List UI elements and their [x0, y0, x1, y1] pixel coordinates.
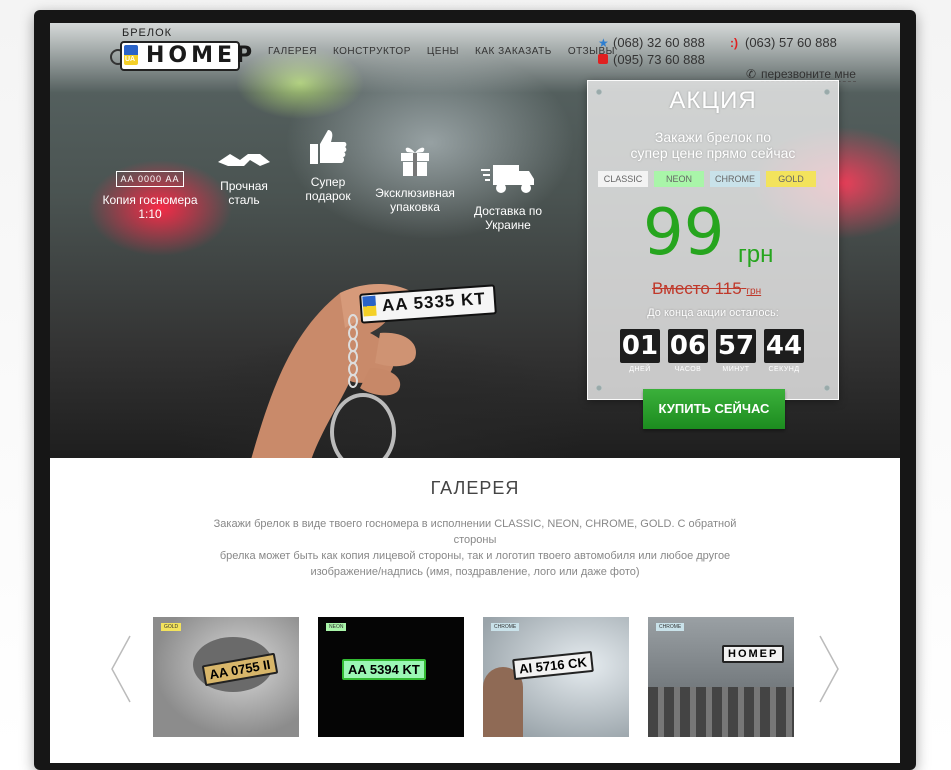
- variant-neon[interactable]: NEON: [654, 171, 704, 187]
- nav-item-how-to-order[interactable]: КАК ЗАКАЗАТЬ: [475, 46, 552, 57]
- keychain-plate-text: AA 5335 KT: [381, 288, 487, 316]
- phone-vodafone[interactable]: (095) 73 60 888: [598, 52, 705, 67]
- promo-title: АКЦИЯ: [669, 87, 757, 114]
- nav-item-gallery[interactable]: ГАЛЕРЕЯ: [268, 46, 317, 57]
- gallery-item-gold[interactable]: GOLD AA 0755 II: [153, 617, 299, 737]
- feature-gift: Супер подарок: [292, 128, 364, 203]
- old-price: Вместо 115 грн: [652, 279, 762, 298]
- feature-label: 1:10: [138, 207, 162, 221]
- gallery-item-neon[interactable]: NEON AA 5394 KT: [318, 617, 464, 737]
- promo-price: 99: [643, 196, 725, 270]
- feature-label: Доставка по: [473, 204, 543, 218]
- promo-panel: АКЦИЯ Закажи брелок по супер цене прямо …: [587, 80, 839, 429]
- phone-life[interactable]: :) (063) 57 60 888: [730, 35, 837, 50]
- timer-hours: 06 ЧАСОВ: [668, 329, 708, 373]
- ua-flag-icon: [362, 295, 377, 317]
- hero-section: AA 5335 KT АА 0000 АА Копия госномера 1:…: [50, 23, 900, 458]
- thumb-plate: AA 5394 KT: [342, 659, 426, 680]
- thumb-plate: НОМЕР: [722, 645, 785, 663]
- main-nav: ГАЛЕРЕЯ КОНСТРУКТОР ЦЕНЫ КАК ЗАКАЗАТЬ ОТ…: [268, 46, 615, 57]
- truck-icon: [481, 165, 534, 193]
- vodafone-icon: [598, 53, 610, 67]
- phone-icon: ✆: [746, 67, 757, 81]
- thumb-plate: AI 5716 CK: [512, 650, 594, 681]
- feature-label: упаковка: [390, 200, 440, 214]
- website-viewport[interactable]: AA 5335 KT АА 0000 АА Копия госномера 1:…: [50, 23, 900, 763]
- feature-label: Супер: [310, 175, 346, 189]
- nav-item-prices[interactable]: ЦЕНЫ: [427, 46, 459, 57]
- feature-plate-copy: АА 0000 АА Копия госномера 1:10: [98, 171, 202, 221]
- logo-small-text: БРЕЛОК: [122, 27, 173, 39]
- variant-chrome[interactable]: CHROME: [710, 171, 760, 187]
- thumbs-up-icon: [310, 130, 347, 164]
- promo-currency: грн: [738, 241, 774, 268]
- thumb-tag: CHROME: [491, 623, 520, 631]
- feature-packaging: Эксклюзивная упаковка: [370, 143, 460, 214]
- variant-gold[interactable]: GOLD: [766, 171, 816, 187]
- feature-label: Украине: [485, 218, 531, 232]
- gallery-next-arrow[interactable]: [818, 634, 840, 704]
- screw-icon: [596, 385, 602, 391]
- nav-item-constructor[interactable]: КОНСТРУКТОР: [333, 46, 411, 57]
- phone-kyivstar[interactable]: ★ (068) 32 60 888: [598, 35, 705, 50]
- screw-icon: [824, 385, 830, 391]
- variant-selector: CLASSIC NEON CHROME GOLD: [598, 171, 816, 187]
- feature-steel: Прочная сталь: [210, 148, 278, 207]
- thumb-tag: CHROME: [656, 623, 685, 631]
- gallery-description: Закажи брелок в виде твоего госномера в …: [213, 518, 737, 578]
- gallery-title: ГАЛЕРЕЯ: [430, 478, 520, 498]
- timer-minutes: 57 МИНУТ: [716, 329, 756, 373]
- keychain-chain: [348, 314, 358, 388]
- smile-icon: :): [730, 36, 738, 50]
- gallery-item-chrome[interactable]: CHROME AI 5716 CK: [483, 617, 629, 737]
- feature-label: Прочная: [220, 179, 268, 193]
- gallery-item-chrome-logo[interactable]: CHROME НОМЕР: [648, 617, 794, 737]
- feature-label: Копия госномера: [102, 193, 198, 207]
- buy-now-button[interactable]: КУПИТЬ СЕЙЧАС: [643, 389, 785, 429]
- feature-label: сталь: [228, 193, 260, 207]
- mini-plate-icon: АА 0000 АА: [116, 171, 184, 187]
- logo-plate: UA НОМЕР: [120, 41, 252, 71]
- timer-seconds: 44 СЕКУНД: [764, 329, 804, 373]
- feature-delivery: Доставка по Украине: [468, 163, 548, 232]
- countdown-label: До конца акции осталось:: [647, 307, 779, 319]
- ua-flag-icon: UA: [124, 45, 138, 65]
- promo-subtitle: Закажи брелок по супер цене прямо сейчас: [630, 129, 796, 161]
- gallery-prev-arrow[interactable]: [110, 634, 132, 704]
- timer-days: 01 ДНЕЙ: [620, 329, 660, 373]
- handshake-icon: [218, 154, 270, 166]
- countdown-timer: 01 ДНЕЙ 06 ЧАСОВ 57 МИНУТ 44 СЕКУНД: [620, 329, 804, 373]
- logo-main-text: НОМЕР: [146, 43, 257, 68]
- variant-classic[interactable]: CLASSIC: [598, 171, 648, 187]
- thumb-tag: GOLD: [161, 623, 182, 631]
- thumb-tag: NEON: [326, 623, 347, 631]
- star-icon: ★: [598, 36, 609, 50]
- feature-label: подарок: [305, 189, 351, 203]
- callback-link[interactable]: ✆ перезвоните мне: [746, 67, 856, 82]
- gift-box-icon: [401, 147, 429, 176]
- feature-label: Эксклюзивная: [375, 186, 455, 200]
